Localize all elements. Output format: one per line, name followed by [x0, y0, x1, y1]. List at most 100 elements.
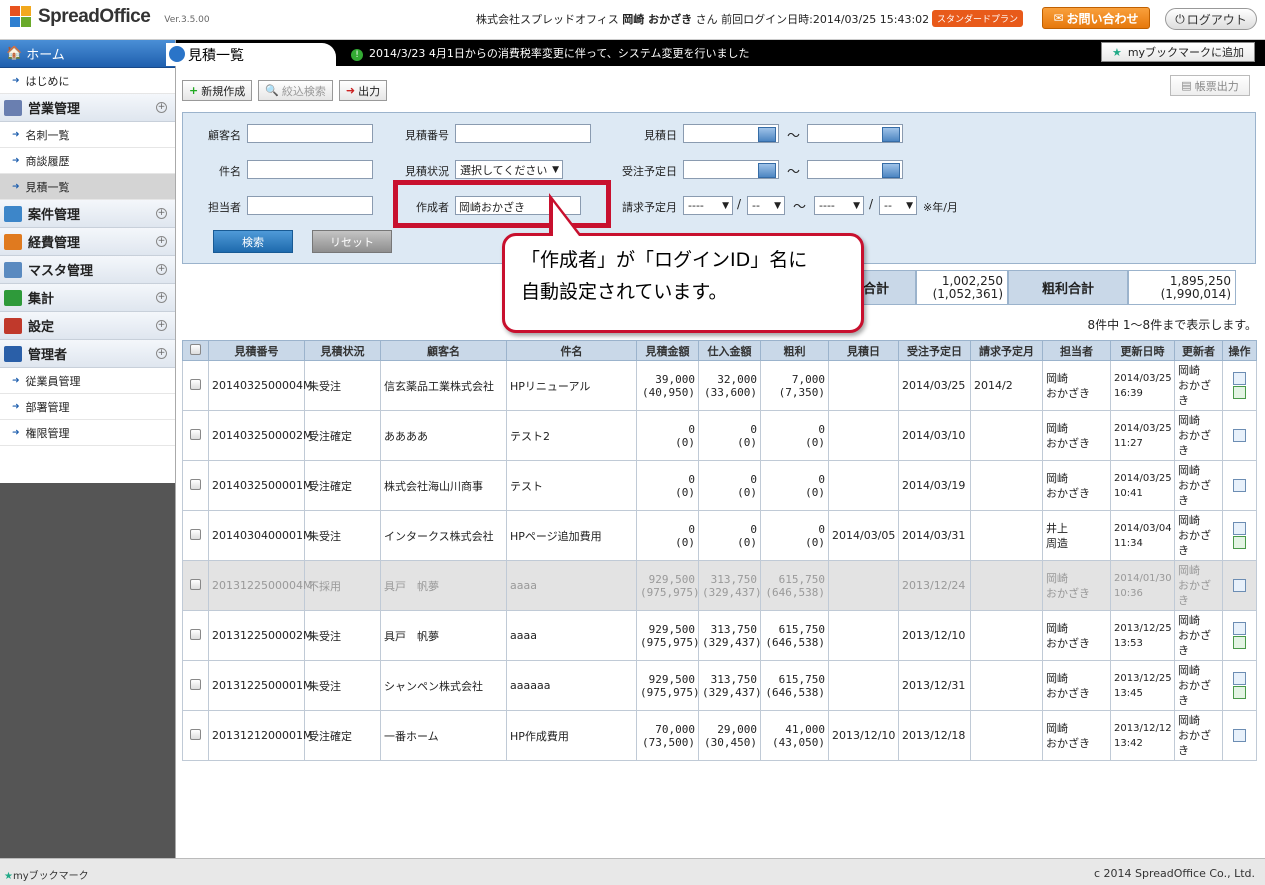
export-button[interactable]: ➜ 出力 — [338, 80, 388, 101]
calendar-icon[interactable] — [882, 163, 900, 178]
expand-icon[interactable]: + — [156, 236, 167, 247]
bill-month-to-select[interactable]: -- ▼ — [879, 196, 917, 215]
footer-bookmark[interactable]: ★myブックマーク — [4, 867, 89, 882]
logo[interactable]: SpreadOffice Ver.3.5.00 — [10, 6, 210, 28]
bill-year-to-select[interactable]: ---- ▼ — [814, 196, 864, 215]
order-date-from-input[interactable] — [683, 160, 779, 179]
row-checkbox-cell[interactable] — [182, 510, 209, 561]
quote-no-input[interactable] — [455, 124, 591, 143]
row-checkbox-cell[interactable] — [182, 360, 209, 411]
quote-no-cell[interactable]: 2013122500004M — [208, 560, 312, 611]
logout-button[interactable]: ⏻ ログアウト — [1165, 8, 1257, 30]
quote-no-cell[interactable]: 2014032500001M — [208, 460, 312, 511]
filter-search-button[interactable]: 🔍 絞込検索 — [258, 80, 333, 101]
customer-cell[interactable]: インタークス株式会社 — [380, 510, 507, 561]
table-row[interactable]: 2014032500001M 受注確定 株式会社海山川商事 テスト 0 (0) 0 (0) 0(… — [182, 460, 1257, 511]
row-checkbox[interactable] — [190, 478, 201, 490]
row-checkbox[interactable] — [190, 428, 201, 440]
quote-no-cell[interactable]: 2014032500004M — [208, 360, 312, 411]
quote-no-cell[interactable]: 2013121200001M — [208, 710, 312, 761]
sidebar-home[interactable]: 🏠 ホーム — [0, 40, 175, 68]
quote-no-cell[interactable]: 2013122500001M — [208, 660, 312, 711]
calendar-icon[interactable] — [758, 163, 776, 178]
status-select[interactable]: 選択してください ▼ — [455, 160, 563, 179]
bill-year-from-select[interactable]: ---- ▼ — [683, 196, 733, 215]
expand-icon[interactable]: + — [156, 264, 167, 275]
view-icon[interactable] — [1233, 429, 1246, 442]
subject-cell[interactable]: aaaaaa — [506, 660, 637, 711]
sidebar-category[interactable]: 案件管理 + — [0, 200, 175, 228]
customer-cell[interactable]: 具戸 帆夢 — [380, 560, 507, 611]
calendar-icon[interactable] — [758, 127, 776, 142]
quote-no-cell[interactable]: 2013122500002M — [208, 610, 312, 661]
table-row[interactable]: 2013121200001M 受注確定 一番ホーム HP作成費用 70,000 (73,5… — [182, 710, 1257, 761]
view-icon[interactable] — [1233, 479, 1246, 492]
table-row[interactable]: 2014032500002M 受注確定 ああああ テスト2 0 (0) 0 (0) 0 (0) 20… — [182, 410, 1257, 461]
row-checkbox[interactable] — [190, 678, 201, 690]
new-button[interactable]: + 新規作成 — [182, 80, 253, 101]
quote-no-cell[interactable]: 2014032500002M — [208, 410, 312, 461]
edit-icon[interactable] — [1233, 636, 1246, 649]
add-bookmark-button[interactable]: ★ myブックマークに追加 — [1101, 42, 1255, 62]
customer-cell[interactable]: 株式会社海山川商事 — [380, 460, 507, 511]
customer-cell[interactable]: 具戸 帆夢 — [380, 610, 507, 661]
view-icon[interactable] — [1233, 672, 1246, 685]
quote-date-from-input[interactable] — [683, 124, 779, 143]
sidebar-category[interactable]: マスタ管理 + — [0, 256, 175, 284]
subject-cell[interactable]: HPページ追加費用 — [506, 510, 637, 561]
quote-date-to-input[interactable] — [807, 124, 903, 143]
column-header[interactable] — [182, 340, 209, 361]
row-checkbox-cell[interactable] — [182, 410, 209, 461]
sidebar-category[interactable]: 経費管理 + — [0, 228, 175, 256]
customer-cell[interactable]: 一番ホーム — [380, 710, 507, 761]
system-notice[interactable]: ! 2014/3/23 4月1日からの消費税率変更に伴って、システム変更を行いまし… — [351, 45, 749, 61]
sidebar-category[interactable]: 管理者 + — [0, 340, 175, 368]
sidebar-category[interactable]: 設定 + — [0, 312, 175, 340]
sidebar-item[interactable]: ➜ 部署管理 — [0, 394, 175, 420]
sidebar-item[interactable]: ➜ はじめに — [0, 68, 175, 94]
row-checkbox-cell[interactable] — [182, 710, 209, 761]
row-checkbox[interactable] — [190, 378, 201, 390]
sidebar-category[interactable]: 集計 + — [0, 284, 175, 312]
subject-cell[interactable]: aaaa — [506, 610, 637, 661]
report-output-button[interactable]: ▤ 帳票出力 — [1170, 75, 1250, 96]
subject-cell[interactable]: HP作成費用 — [506, 710, 637, 761]
view-icon[interactable] — [1233, 579, 1246, 592]
edit-icon[interactable] — [1233, 686, 1246, 699]
sidebar-item[interactable]: ➜ 見積一覧 — [0, 174, 175, 200]
row-checkbox[interactable] — [190, 578, 201, 590]
row-checkbox[interactable] — [190, 728, 201, 740]
view-icon[interactable] — [1233, 622, 1246, 635]
row-checkbox-cell[interactable] — [182, 560, 209, 611]
subject-cell[interactable]: テスト2 — [506, 410, 637, 461]
view-icon[interactable] — [1233, 522, 1246, 535]
owner-input[interactable] — [247, 196, 373, 215]
quote-no-cell[interactable]: 2014030400001M — [208, 510, 312, 561]
row-checkbox-cell[interactable] — [182, 610, 209, 661]
table-row[interactable]: 2013122500004M 不採用 具戸 帆夢 aaaa 929,500 (975,97… — [182, 560, 1257, 611]
search-button[interactable]: 検索 — [213, 230, 293, 253]
sidebar-item[interactable]: ➜ 従業員管理 — [0, 368, 175, 394]
expand-icon[interactable]: + — [156, 102, 167, 113]
row-checkbox[interactable] — [190, 528, 201, 540]
customer-input[interactable] — [247, 124, 373, 143]
table-row[interactable]: 2013122500001M 未受注 シャンペン株式会社 aaaaaa 929,500(… — [182, 660, 1257, 711]
table-row[interactable]: 2014032500004M 未受注 信玄薬品工業株式会社 HPリニューアル 39,00… — [182, 360, 1257, 411]
view-icon[interactable] — [1233, 729, 1246, 742]
customer-cell[interactable]: 信玄薬品工業株式会社 — [380, 360, 507, 411]
row-checkbox-cell[interactable] — [182, 660, 209, 711]
row-checkbox[interactable] — [190, 628, 201, 640]
order-date-to-input[interactable] — [807, 160, 903, 179]
expand-icon[interactable]: + — [156, 292, 167, 303]
sidebar-category[interactable]: 営業管理 + — [0, 94, 175, 122]
sidebar-item[interactable]: ➜ 商談履歴 — [0, 148, 175, 174]
row-checkbox-cell[interactable] — [182, 460, 209, 511]
expand-icon[interactable]: + — [156, 320, 167, 331]
table-row[interactable]: 2013122500002M 未受注 具戸 帆夢 aaaa 929,500 (975,97… — [182, 610, 1257, 661]
table-row[interactable]: 2014030400001M 未受注 インタークス株式会社 HPページ追加費用 0 (0)… — [182, 510, 1257, 561]
subject-cell[interactable]: aaaa — [506, 560, 637, 611]
view-icon[interactable] — [1233, 372, 1246, 385]
customer-cell[interactable]: ああああ — [380, 410, 507, 461]
reset-button[interactable]: リセット — [312, 230, 392, 253]
sidebar-item[interactable]: ➜ 名刺一覧 — [0, 122, 175, 148]
